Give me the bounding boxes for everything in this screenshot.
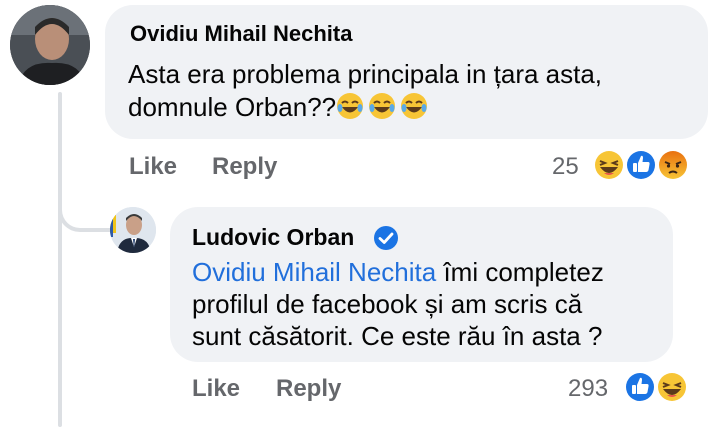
reply-button[interactable]: Reply	[276, 375, 341, 403]
avatar[interactable]	[110, 207, 156, 253]
reply-button[interactable]: Reply	[212, 153, 277, 181]
reply-text-line: sunt căsătorit. Ce este rău în asta ?	[192, 321, 603, 351]
verified-badge-icon	[374, 226, 398, 250]
reply-text: Ovidiu Mihail Nechita îmi completez prof…	[192, 256, 604, 352]
laughing-emoji-icon	[337, 93, 364, 119]
profile-photo-icon	[10, 5, 90, 85]
thread-line	[58, 92, 62, 427]
comment-text-line: Asta era problema principala in țara ast…	[128, 59, 603, 89]
like-reaction-icon[interactable]	[623, 370, 657, 404]
reaction-count[interactable]: 25	[552, 153, 579, 181]
comment-author[interactable]: Ovidiu Mihail Nechita	[130, 21, 352, 47]
haha-reaction-icon[interactable]	[655, 370, 689, 404]
like-button[interactable]: Like	[129, 153, 177, 181]
laughing-emoji-icon	[369, 93, 396, 119]
comment-text: Asta era problema principala in țara ast…	[128, 58, 602, 124]
like-button[interactable]: Like	[192, 375, 240, 403]
reply-thread-connector	[58, 186, 110, 232]
profile-photo-icon	[110, 207, 156, 253]
avatar[interactable]	[10, 5, 90, 85]
comment-text-line: domnule Orban??	[128, 91, 602, 124]
angry-reaction-icon[interactable]	[656, 148, 690, 182]
reaction-count[interactable]: 293	[568, 375, 608, 403]
mention-link[interactable]: Ovidiu Mihail Nechita	[192, 257, 436, 287]
reply-text-line: profilul de facebook și am scris că	[192, 289, 583, 319]
reply-text-line: Ovidiu Mihail Nechita îmi completez	[192, 257, 604, 287]
like-reaction-icon[interactable]	[624, 148, 658, 182]
laughing-emoji-icon	[401, 93, 428, 119]
reply-author[interactable]: Ludovic Orban	[192, 224, 354, 251]
haha-reaction-icon[interactable]	[592, 148, 626, 182]
